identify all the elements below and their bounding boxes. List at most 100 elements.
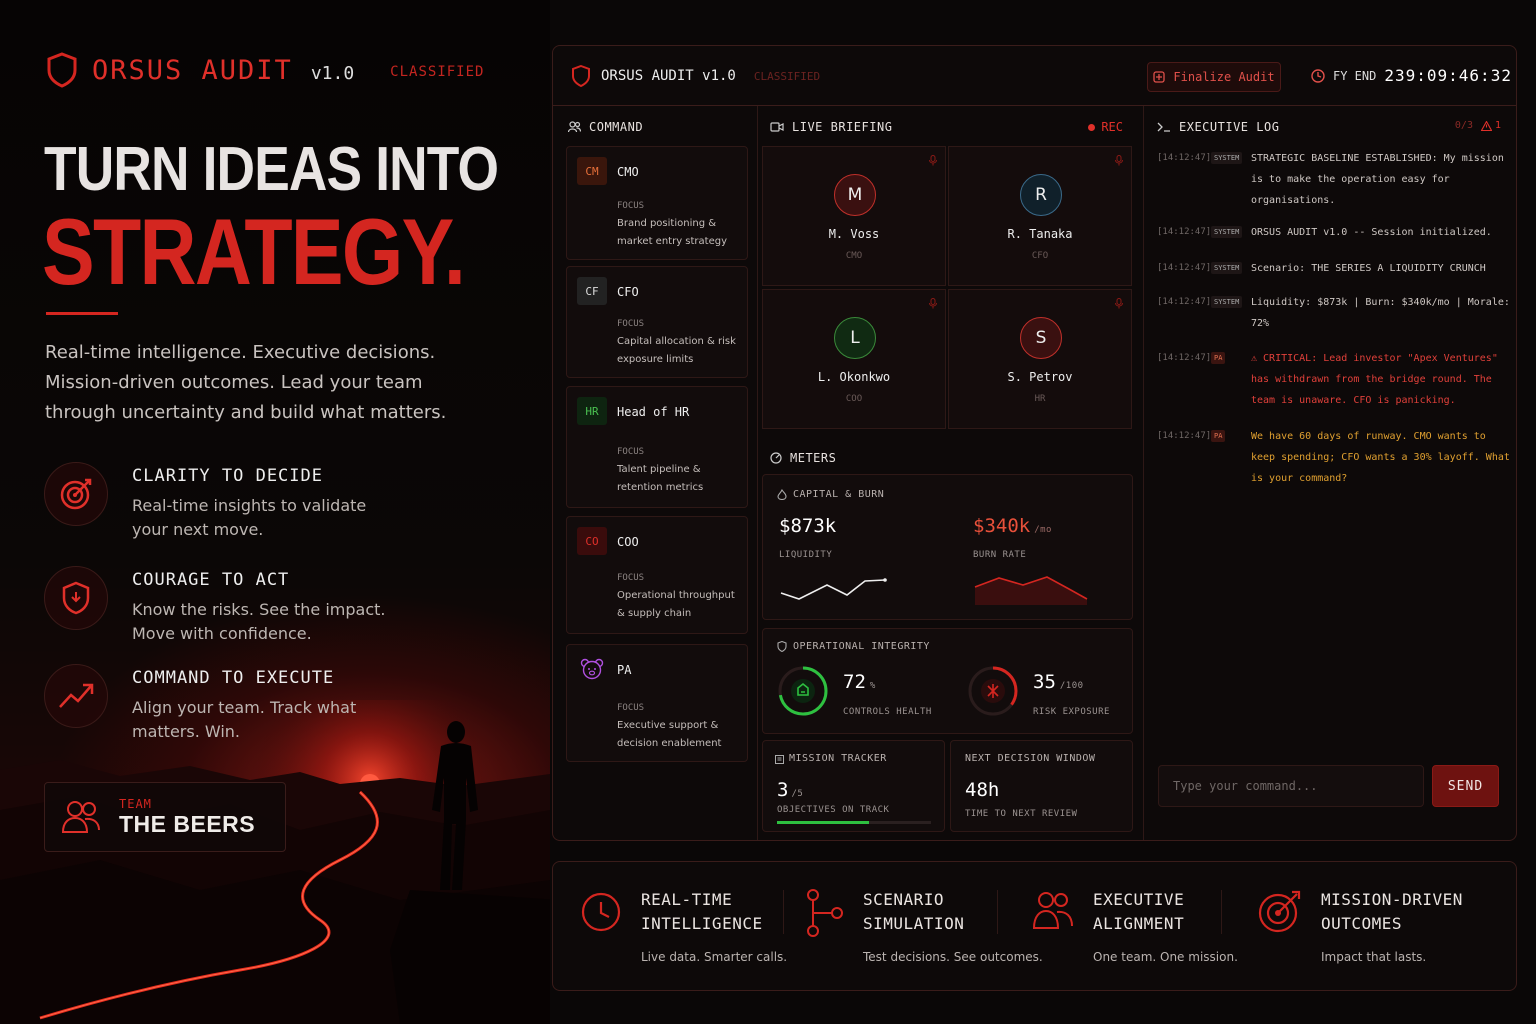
finalize-audit-label: Finalize Audit [1173,70,1275,84]
clipboard-icon [775,754,784,764]
focus-label: FOCUS [617,573,645,583]
rec-dot-icon [1088,123,1096,131]
log-message: ⚠ CRITICAL: Lead investor "Apex Ventures… [1251,353,1498,406]
mission-tracker-panel: MISSION TRACKER 3 /5 OBJECTIVES ON TRACK [762,740,945,832]
risk-exposure-unit: /100 [1059,681,1084,691]
command-input[interactable] [1158,765,1424,807]
headline-divider [46,312,118,315]
capability-title: REAL-TIME INTELLIGENCE [641,890,763,933]
liquidity-sparkline [780,578,887,600]
branch-icon [807,889,843,937]
hero-landscape-illustration [0,700,550,1024]
participant-tile[interactable]: S S. Petrov HR [948,289,1132,429]
mission-progress-fill [777,821,870,824]
finalize-audit-button[interactable]: Finalize Audit [1147,62,1281,92]
fy-countdown: FY END 239:09:46:32 [1311,66,1512,85]
log-counter: 0/3 [1454,120,1473,131]
log-source-tag: SYSTEM [1211,296,1243,308]
controls-gauge-center [791,679,815,703]
liquidity-label: LIQUIDITY [779,550,833,560]
log-source-tag: PA [1211,430,1226,442]
participant-name: R. Tanaka [1007,227,1073,241]
meters-header-label: METERS [790,451,837,465]
feature-command: COMMAND TO EXECUTE Align your team. Trac… [44,664,392,744]
participant-tile[interactable]: M M. Voss CMO [762,146,946,286]
meters-header: METERS [770,451,836,465]
avatar: L [834,317,876,359]
executive-log-header: EXECUTIVE LOG [1157,120,1279,134]
shield-logo-icon [572,64,590,87]
capability-title: MISSION-DRIVEN OUTCOMES [1321,890,1463,933]
mic-icon [1115,155,1123,166]
executive-log-column: EXECUTIVE LOG 0/3 1 [14:12:47] SYSTEM STRA… [1145,106,1517,842]
column-divider [1143,106,1144,840]
log-timestamp: [14:12:47] [1157,153,1212,163]
log-status: 0/3 1 [1455,120,1501,131]
feature-courage: COURAGE TO ACT Know the risks. See the i… [44,566,392,646]
burn-rate-value: $340k [973,515,1031,537]
focus-text: Talent pipeline & retention metrics [617,464,704,493]
participant-tile[interactable]: R R. Tanaka CFO [948,146,1132,286]
feature-title: COMMAND TO EXECUTE [132,668,335,688]
capabilities-bar: REAL-TIME INTELLIGENCE Live data. Smarte… [552,861,1517,991]
hero-lead-text: Real-time intelligence. Executive decisi… [45,342,447,423]
mission-sub: OBJECTIVES ON TRACK [777,805,890,815]
capability-desc: Live data. Smarter calls. [641,950,788,964]
video-camera-icon [770,122,784,132]
brand-name: ORSUS AUDIT [92,54,293,86]
warning-icon [1480,120,1492,131]
capability-scenario-simulation: SCENARIO SIMULATION Test decisions. See … [805,888,1043,964]
log-timestamp: [14:12:47] [1157,263,1212,273]
clock-icon [1311,68,1325,83]
capability-desc: Test decisions. See outcomes. [863,950,1043,964]
capability-divider [997,890,998,934]
role-badge: HR [577,397,607,425]
feature-title: COURAGE TO ACT [132,570,290,590]
bear-icon [577,655,607,683]
capability-desc: Impact that lasts. [1321,950,1427,964]
role-title: COO [617,535,639,549]
brand-version: v1.0 [310,62,355,84]
shield-icon [44,566,108,630]
command-card-pa[interactable]: PA FOCUS Executive support & decision en… [566,644,748,762]
log-timestamp: [14:12:47] [1157,353,1212,363]
role-title: CFO [617,285,639,299]
command-card-cmo[interactable]: CM CMO FOCUS Brand positioning & market … [566,146,748,260]
role-title: PA [617,663,632,677]
command-card-hr[interactable]: HR Head of HR FOCUS Talent pipeline & re… [566,386,748,508]
integrity-label: OPERATIONAL INTEGRITY [793,641,930,652]
next-decision-sub: TIME TO NEXT REVIEW [965,809,1078,819]
participant-tile[interactable]: L L. Okonkwo COO [762,289,946,429]
focus-label: FOCUS [617,201,645,211]
participant-name: M. Voss [828,227,880,241]
capability-title: EXECUTIVE ALIGNMENT [1093,890,1185,933]
team-badge[interactable]: TEAM THE BEERS [44,782,286,852]
users-icon [568,121,581,133]
hero-panel: ORSUS AUDIT v1.0 CLASSIFIED TURN IDEAS I… [0,0,550,1024]
log-alert-count: 1 [1494,120,1501,131]
send-button[interactable]: SEND [1432,765,1499,807]
users-icon [1032,892,1073,929]
trend-up-icon [44,664,108,728]
capability-divider [1221,890,1222,934]
clock-icon [581,892,621,932]
command-card-cfo[interactable]: CF CFO FOCUS Capital allocation & risk e… [566,266,748,378]
risk-exposure-gauge [968,666,1018,716]
avatar: R [1020,174,1062,216]
log-source-tag: SYSTEM [1211,262,1243,274]
next-decision-label: NEXT DECISION WINDOW [965,753,1096,764]
avatar: M [834,174,876,216]
log-timestamp: [14:12:47] [1157,431,1212,441]
gauge-icon [770,452,782,464]
team-name: THE BEERS [119,810,256,837]
classification-label: CLASSIFIED [390,64,485,80]
role-title: CMO [617,165,639,179]
burn-rate-label: BURN RATE [973,550,1027,560]
participant-name: S. Petrov [1007,370,1073,384]
participant-role: COO [845,394,863,404]
command-column: COMMAND CM CMO FOCUS Brand positioning &… [553,106,757,842]
command-card-coo[interactable]: CO COO FOCUS Operational throughput & su… [566,516,748,634]
headline-line1: TURN IDEAS INTO [44,135,499,204]
burn-rate-unit: /mo [1034,525,1052,535]
log-source-tag: PA [1211,352,1226,364]
